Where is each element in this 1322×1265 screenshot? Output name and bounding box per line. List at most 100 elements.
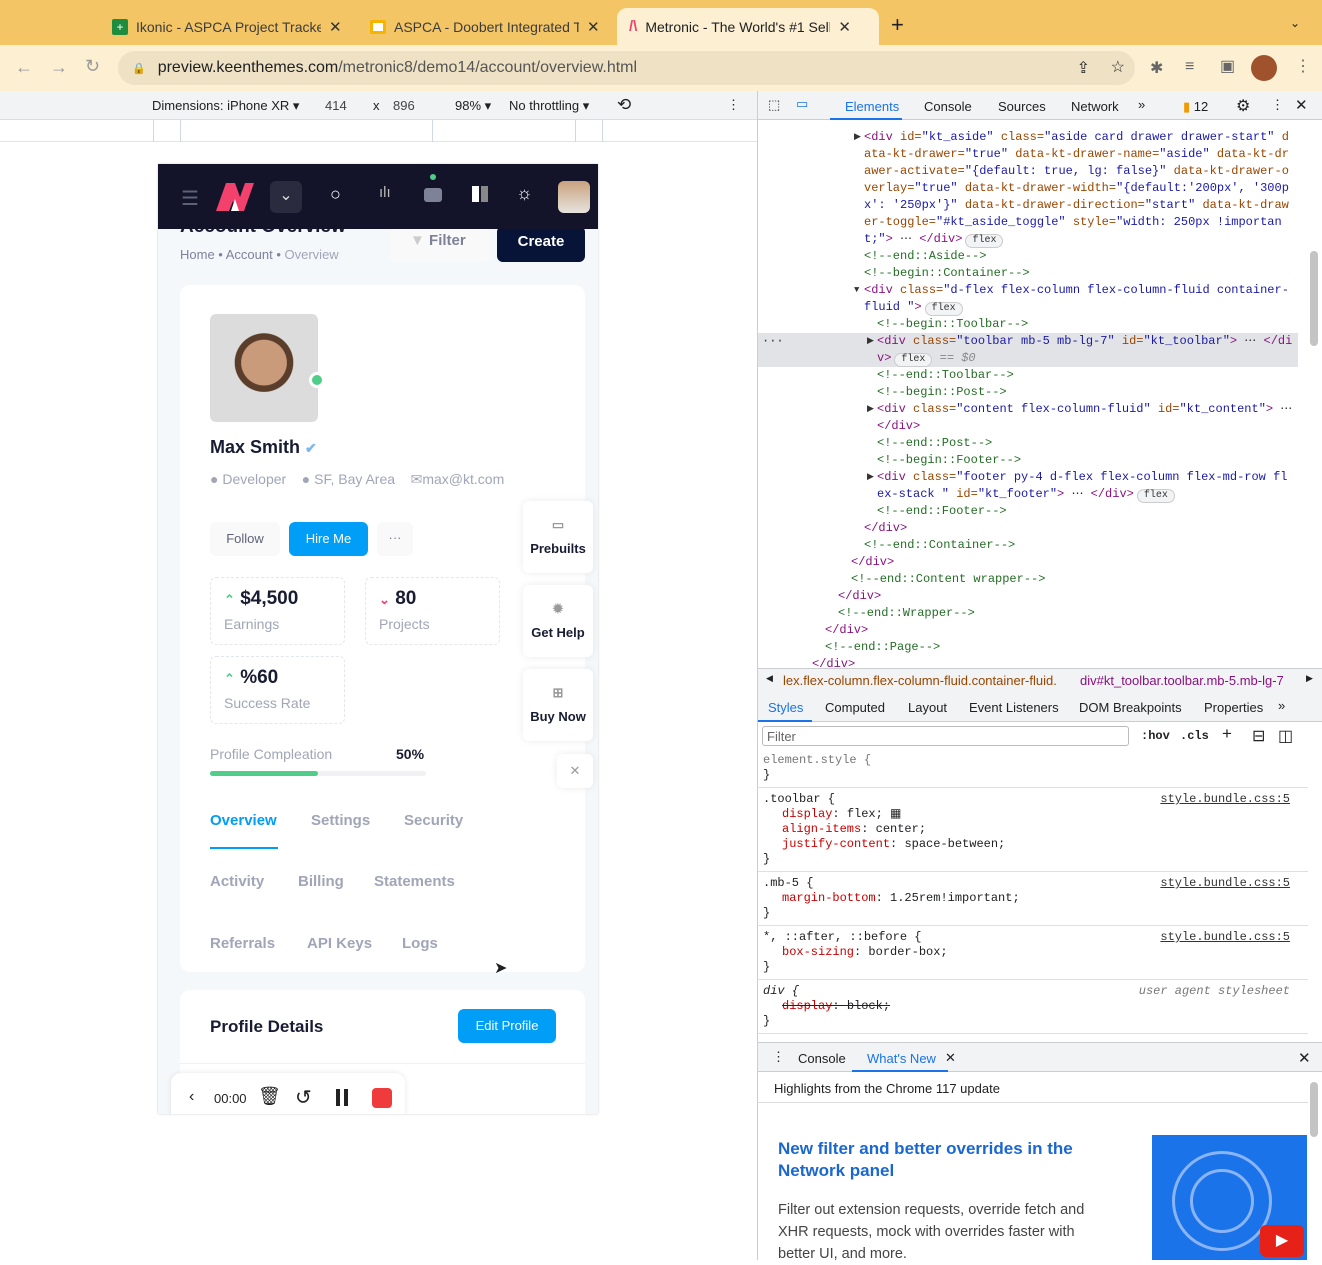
drawer-menu-icon[interactable]: ⋮ (772, 1049, 785, 1065)
media-query-ruler[interactable] (0, 120, 757, 142)
browser-tab[interactable]: + Ikonic - ASPCA Project Tracker ✕ (100, 8, 354, 45)
flex-badge[interactable]: flex (924, 302, 963, 316)
close-toolbar-icon[interactable]: ✕ (557, 754, 593, 788)
dom-node[interactable]: <!--begin::Post--> (758, 384, 1298, 401)
collapse-arrow-icon[interactable]: ▼ (854, 282, 859, 299)
extensions-icon[interactable]: ✱ (1150, 58, 1163, 78)
device-select[interactable]: Dimensions: iPhone XR ▾ (152, 98, 299, 114)
whats-new-headline[interactable]: New filter and better overrides in the N… (778, 1138, 1098, 1182)
profile-avatar[interactable] (1251, 55, 1277, 81)
prebuilts-button[interactable]: ▭ Prebuilts (523, 501, 593, 573)
toggle-sidebar-icon[interactable]: ◫ (1278, 726, 1293, 746)
whats-new-video-thumbnail[interactable]: ▶ (1152, 1135, 1307, 1260)
css-rule[interactable]: div {user agent stylesheet display: block… (758, 980, 1308, 1034)
profile-tab-settings[interactable]: Settings (311, 812, 370, 829)
new-rule-icon[interactable]: + (1222, 724, 1232, 744)
dom-node[interactable]: <!--end::Post--> (758, 435, 1298, 452)
inspect-element-icon[interactable]: ⬚ (768, 97, 780, 113)
dom-tree[interactable]: ▶ <div id="kt_aside" class="aside card dr… (758, 120, 1308, 668)
tab-sources[interactable]: Sources (998, 99, 1046, 114)
side-panel-icon[interactable]: ▣ (1220, 56, 1235, 76)
expand-arrow-icon[interactable]: ▶ (854, 129, 861, 146)
styles-subtab-styles[interactable]: Styles (768, 700, 803, 715)
device-toggle-icon[interactable]: ▭ (796, 96, 808, 112)
dom-node[interactable]: <!--end::Toolbar--> (758, 367, 1298, 384)
forward-icon[interactable]: → (50, 57, 68, 78)
drawer-tab-whats-new[interactable]: What's New (867, 1051, 936, 1066)
profile-tab-logs[interactable]: Logs (402, 935, 438, 952)
css-rule[interactable]: *, ::after, ::before {style.bundle.css:5… (758, 926, 1308, 980)
styles-subtab-event-listeners[interactable]: Event Listeners (969, 700, 1059, 715)
search-icon[interactable]: ○ (330, 184, 341, 205)
more-button[interactable]: ··· (377, 522, 413, 556)
more-tabs-icon[interactable]: » (1138, 97, 1145, 112)
dom-node[interactable]: <!--end::Aside--> (758, 248, 1298, 265)
dom-node[interactable]: <!--end::Footer--> (758, 503, 1298, 520)
url-input[interactable]: 🔒 preview.keenthemes.com/metronic8/demo1… (118, 51, 1135, 85)
flex-badge[interactable]: flex (965, 234, 1004, 248)
tab-console[interactable]: Console (924, 99, 972, 114)
dom-tree-scrollbar[interactable] (1310, 251, 1318, 346)
tab-elements[interactable]: Elements (845, 99, 899, 114)
css-source-link[interactable]: style.bundle.css:5 (1160, 792, 1290, 807)
height-input[interactable]: 896 (393, 98, 415, 113)
expand-arrow-icon[interactable]: ▶ (867, 333, 874, 350)
get-help-button[interactable]: ✹ Get Help (523, 585, 593, 657)
styles-subtab-properties[interactable]: Properties (1204, 700, 1263, 715)
node-actions-icon[interactable]: ··· (762, 333, 784, 350)
css-rule[interactable]: .toolbar {style.bundle.css:5 display: fle… (758, 788, 1308, 872)
bookmark-star-icon[interactable]: ☆ (1111, 57, 1125, 77)
close-devtools-icon[interactable]: ✕ (1295, 96, 1308, 114)
throttle-select[interactable]: No throttling ▾ (509, 98, 589, 114)
stop-icon[interactable] (372, 1088, 392, 1108)
profile-location[interactable]: SF, Bay Area (314, 471, 395, 487)
chevron-down-icon[interactable]: ⌄ (270, 181, 302, 213)
crumb-right-icon[interactable]: ▶ (1306, 673, 1313, 684)
menu-icon[interactable]: ⋮ (1295, 56, 1311, 76)
devtools-menu-icon[interactable]: ⋮ (1271, 97, 1284, 113)
dom-node[interactable]: ▶ <div id="kt_aside" class="aside card dr… (758, 129, 1298, 248)
hov-toggle[interactable]: :hov (1141, 729, 1170, 743)
follow-button[interactable]: Follow (210, 522, 280, 556)
profile-email[interactable]: max@kt.com (422, 471, 504, 487)
flexbox-editor-icon[interactable]: ▦ (883, 807, 901, 821)
more-subtabs-icon[interactable]: » (1278, 698, 1285, 713)
tab-search-chevron-icon[interactable]: ⌄ (1290, 16, 1300, 30)
close-tab-icon[interactable]: ✕ (838, 18, 851, 36)
filter-button[interactable]: ▼ Filter (390, 228, 490, 262)
browser-tab-active[interactable]: /\ Metronic - The World's #1 Sell ✕ (617, 8, 879, 45)
profile-role[interactable]: Developer (222, 471, 286, 487)
css-property[interactable]: display: flex; ▦ (763, 807, 1303, 822)
dom-node[interactable]: ▼ <div class="d-flex flex-column flex-col… (758, 282, 1298, 316)
profile-tab-overview[interactable]: Overview (210, 812, 277, 829)
dom-node[interactable]: </div> (758, 588, 1298, 605)
profile-tab-referrals[interactable]: Referrals (210, 935, 275, 952)
browser-tab[interactable]: ASPCA - Doobert Integrated T ✕ (358, 8, 612, 45)
share-icon[interactable]: ⇪ (1077, 58, 1090, 78)
chat-icon[interactable] (424, 188, 442, 202)
breadcrumb-home[interactable]: Home (180, 247, 215, 262)
crumb-item-selected[interactable]: div#kt_toolbar.toolbar.mb-5.mb-lg-7 (1080, 673, 1284, 688)
dom-node[interactable]: <!--end::Page--> (758, 639, 1298, 656)
styles-subtab-layout[interactable]: Layout (908, 700, 947, 715)
dom-node[interactable]: <!--begin::Toolbar--> (758, 316, 1298, 333)
dom-node[interactable]: ▶ <div class="content flex-column-fluid" … (758, 401, 1298, 435)
profile-tab-activity[interactable]: Activity (210, 873, 264, 890)
close-tab-icon[interactable]: ✕ (587, 18, 600, 36)
more-options-icon[interactable]: ⋮ (727, 97, 740, 113)
expand-arrow-icon[interactable]: ▶ (867, 469, 874, 486)
back-icon[interactable]: ← (15, 57, 33, 78)
settings-gear-icon[interactable]: ⚙ (1236, 96, 1250, 116)
dom-node[interactable]: <!--begin::Footer--> (758, 452, 1298, 469)
css-rule[interactable]: .mb-5 {style.bundle.css:5 margin-bottom: … (758, 872, 1308, 926)
chart-icon[interactable]: ılı (379, 184, 391, 201)
dom-node[interactable]: <!--begin::Container--> (758, 265, 1298, 282)
styles-subtab-dom-breakpoints[interactable]: DOM Breakpoints (1079, 700, 1182, 715)
css-property[interactable]: display: block; (763, 999, 1303, 1014)
close-drawer-icon[interactable]: ✕ (1298, 1049, 1311, 1067)
buy-now-button[interactable]: ⊞ Buy Now (523, 669, 593, 741)
hire-me-button[interactable]: Hire Me (289, 522, 368, 556)
flex-badge[interactable]: flex (1136, 489, 1175, 503)
rotate-icon[interactable]: ⟲ (617, 95, 631, 115)
collapse-chevron-icon[interactable]: ‹ (189, 1088, 194, 1106)
